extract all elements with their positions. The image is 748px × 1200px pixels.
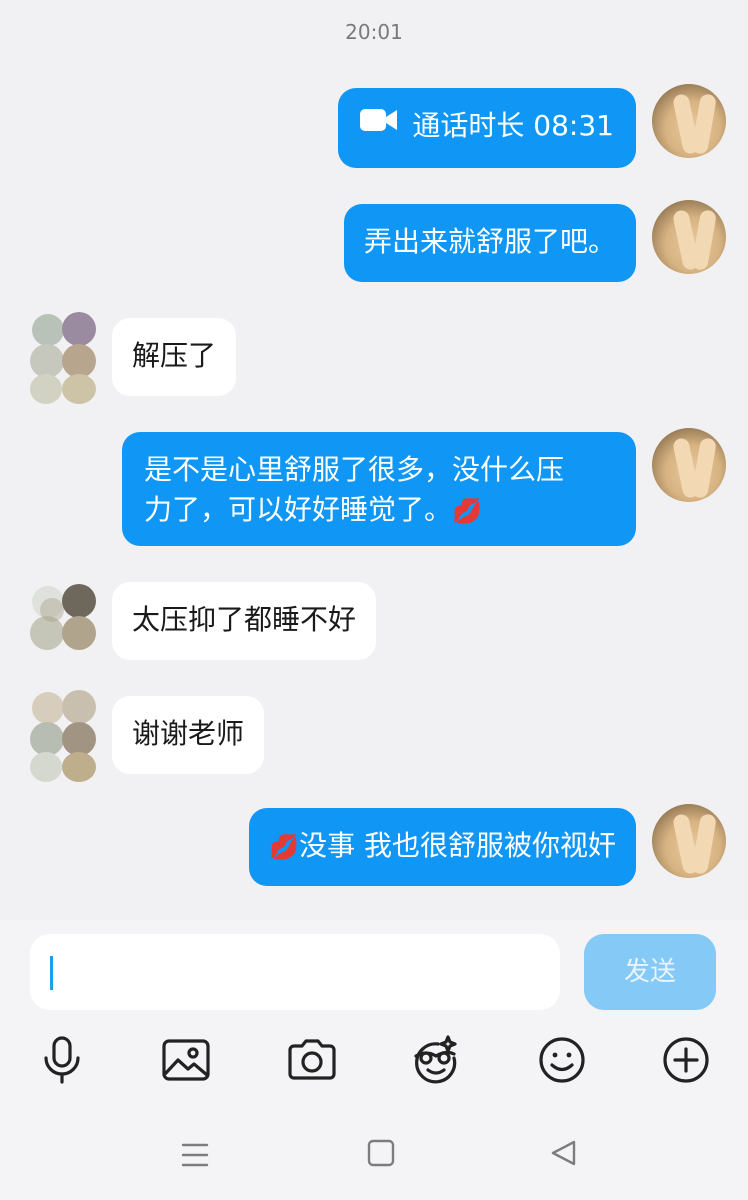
lips-emoji: 💋 [452, 497, 482, 525]
message-text-line: 是不是心里舒服了很多，没什么压 [144, 453, 565, 486]
contact-avatar[interactable] [20, 688, 96, 782]
camera-icon[interactable] [286, 1034, 338, 1086]
message-input[interactable] [30, 934, 560, 1010]
message-row: 弄出来就舒服了吧。 [0, 200, 748, 282]
lips-emoji: 💋 [269, 833, 300, 861]
plus-icon[interactable] [660, 1034, 712, 1086]
message-bubble[interactable]: 谢谢老师 [112, 696, 265, 774]
message-bubble[interactable]: 💋没事 我也很舒服被你视奸 [249, 808, 636, 886]
message-bubble[interactable]: 弄出来就舒服了吧。 [343, 204, 636, 282]
microphone-icon[interactable] [36, 1034, 88, 1086]
my-avatar[interactable] [652, 200, 726, 274]
message-text: 解压了 [132, 339, 217, 372]
my-avatar[interactable] [652, 84, 726, 158]
chat-timestamp: 20:01 [345, 20, 403, 44]
video-call-bubble[interactable]: 通话时长 08:31 [338, 88, 636, 168]
send-button[interactable]: 发送 [584, 934, 716, 1010]
message-text-line: 力了，可以好好睡觉了。 [144, 493, 453, 526]
message-text: 太压抑了都睡不好 [132, 603, 357, 636]
message-row: 太压抑了都睡不好 [0, 576, 748, 672]
back-icon[interactable] [548, 1138, 578, 1172]
my-avatar[interactable] [652, 804, 726, 878]
contact-avatar[interactable] [20, 576, 96, 670]
message-bubble[interactable]: 是不是心里舒服了很多，没什么压 力了，可以好好睡觉了。💋 [122, 432, 636, 546]
message-row: 通话时长 08:31 [0, 84, 748, 168]
composer-area: 发送 [0, 920, 748, 1200]
text-caret [50, 956, 53, 990]
home-icon[interactable] [366, 1138, 396, 1172]
video-camera-icon [360, 104, 398, 144]
menu-icon[interactable] [180, 1140, 210, 1174]
message-row: 💋没事 我也很舒服被你视奸 [0, 804, 748, 886]
message-row: 是不是心里舒服了很多，没什么压 力了，可以好好睡觉了。💋 [0, 428, 748, 546]
sticker-icon[interactable] [410, 1034, 462, 1086]
call-duration-text: 通话时长 08:31 [412, 109, 614, 142]
message-bubble[interactable]: 解压了 [112, 318, 237, 396]
emoji-icon[interactable] [536, 1034, 588, 1086]
message-row: 解压了 [0, 310, 748, 406]
message-text: 弄出来就舒服了吧。 [363, 225, 616, 258]
message-row: 谢谢老师 [0, 688, 748, 784]
contact-avatar[interactable] [20, 310, 96, 404]
my-avatar[interactable] [652, 428, 726, 502]
message-bubble[interactable]: 太压抑了都睡不好 [112, 582, 377, 660]
image-icon[interactable] [160, 1034, 212, 1086]
message-text: 没事 我也很舒服被你视奸 [299, 829, 616, 862]
message-text: 谢谢老师 [132, 717, 245, 750]
